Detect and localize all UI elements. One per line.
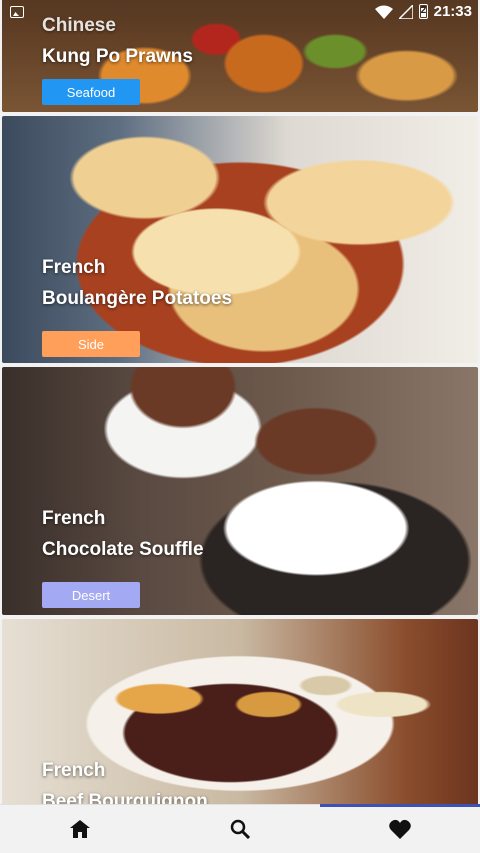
recipe-card-chocolate-souffle[interactable]: French Chocolate Souffle Desert — [2, 367, 478, 615]
recipe-card-beef-bourguignon[interactable]: French Beef Bourguignon — [2, 619, 478, 805]
wifi-icon — [374, 5, 393, 19]
recipe-image — [2, 367, 478, 615]
battery-label: 2 — [420, 5, 427, 16]
heart-icon — [389, 819, 411, 839]
image-icon — [10, 6, 24, 18]
recipe-cuisine: French — [42, 508, 106, 529]
search-icon — [230, 819, 250, 839]
recipe-title: French Beef Bourguignon — [42, 755, 208, 805]
recipe-image — [2, 116, 478, 363]
recipe-name: Beef Bourguignon — [42, 791, 208, 805]
bottom-navigation — [0, 804, 480, 853]
category-tag-desert[interactable]: Desert — [42, 582, 140, 608]
recipe-name: Chocolate Souffle — [42, 539, 204, 560]
recipe-name: Kung Po Prawns — [42, 46, 193, 67]
signal-icon — [398, 4, 413, 19]
category-tag-seafood[interactable]: Seafood — [42, 79, 140, 105]
recipe-title: French Chocolate Souffle — [42, 503, 204, 565]
nav-search[interactable] — [160, 805, 320, 853]
status-bar: 2 21:33 — [0, 0, 480, 26]
recipe-card-boulangere-potatoes[interactable]: French Boulangère Potatoes Side — [2, 116, 478, 363]
clock: 21:33 — [433, 3, 472, 20]
recipe-title: French Boulangère Potatoes — [42, 252, 232, 314]
nav-home[interactable] — [0, 805, 160, 853]
recipe-cuisine: French — [42, 760, 106, 781]
recipe-feed[interactable]: Chinese Kung Po Prawns Seafood French Bo… — [0, 0, 480, 805]
recipe-name: Boulangère Potatoes — [42, 288, 233, 309]
nav-favorites[interactable] — [320, 804, 480, 853]
recipe-cuisine: French — [42, 257, 106, 278]
category-tag-side[interactable]: Side — [42, 331, 140, 357]
battery-icon: 2 — [418, 4, 428, 19]
home-icon — [70, 820, 90, 838]
